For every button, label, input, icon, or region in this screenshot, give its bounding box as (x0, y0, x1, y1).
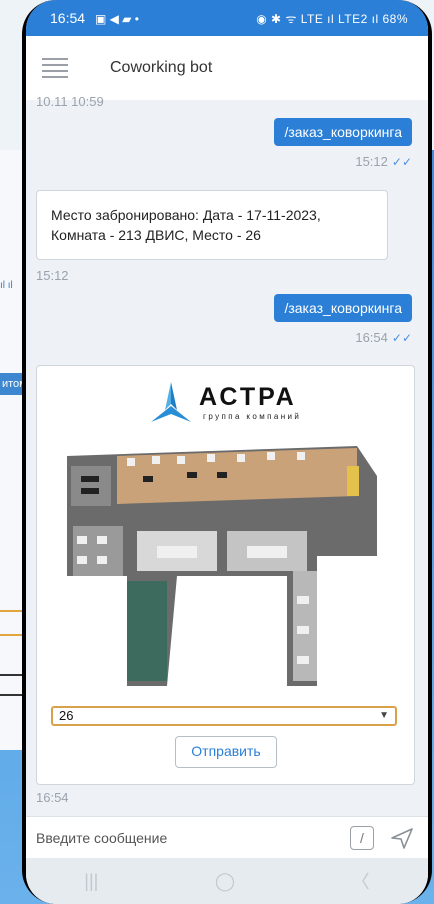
outgoing-message[interactable]: /заказ_коворкинга (274, 118, 412, 146)
message-time: 15:12 (355, 154, 388, 169)
astra-logo-icon (151, 382, 191, 422)
chat-title: Coworking bot (110, 59, 213, 76)
seat-select[interactable]: 26 ▼ (51, 706, 397, 726)
message-timestamp: 16:54 ✓✓ (355, 330, 412, 345)
chat-area[interactable]: 10.11 10:59 /заказ_коворкинга 15:12 ✓✓ Ме… (26, 94, 428, 816)
outgoing-message[interactable]: /заказ_коворкинга (274, 294, 412, 322)
background-signal: ıl ıl (0, 280, 13, 291)
menu-icon[interactable] (42, 58, 68, 78)
phone-screen: 16:54 ▣ ◀ ▰ • ◉ ✱ ᯤ LTE ıl LTE2 ıl 68% C… (26, 0, 428, 904)
double-check-icon: ✓✓ (391, 155, 412, 169)
status-time: 16:54 (50, 10, 86, 26)
recent-apps-button[interactable]: ||| (84, 871, 98, 892)
message-timestamp: 15:12 (36, 268, 69, 283)
message-input[interactable]: Введите сообщение (36, 830, 350, 846)
logo-tagline: группа компаний (203, 412, 302, 421)
message-timestamp: 10.11 10:59 (36, 94, 104, 109)
submit-button[interactable]: Отправить (175, 736, 277, 768)
system-nav-bar: ||| ◯ 〈 (26, 858, 428, 904)
message-time: 16:54 (355, 330, 388, 345)
seat-select-value: 26 (59, 708, 74, 723)
status-left-icons: ▣ ◀ ▰ • (94, 12, 139, 26)
app-bar: Coworking bot (26, 36, 428, 100)
incoming-message: Место забронировано: Дата - 17-11-2023, … (36, 190, 388, 260)
home-button[interactable]: ◯ (215, 871, 235, 892)
logo-brand: АСТРА (199, 383, 297, 411)
status-bar: 16:54 ▣ ◀ ▰ • ◉ ✱ ᯤ LTE ıl LTE2 ıl 68% (26, 0, 428, 36)
chevron-down-icon: ▼ (379, 710, 389, 721)
status-right-icons: ◉ ✱ ᯤ LTE ıl LTE2 ıl 68% (256, 11, 408, 26)
message-timestamp: 15:12 ✓✓ (355, 154, 412, 169)
double-check-icon: ✓✓ (391, 331, 412, 345)
back-button[interactable]: 〈 (352, 868, 370, 894)
phone-frame: 16:54 ▣ ◀ ▰ • ◉ ✱ ᯤ LTE ıl LTE2 ıl 68% C… (22, 0, 432, 904)
message-input-bar: Введите сообщение / (26, 816, 428, 859)
send-icon[interactable] (390, 826, 414, 850)
astra-logo: АСТРА группа компаний (147, 380, 307, 426)
office-floor-plan (67, 446, 377, 686)
commands-button[interactable]: / (350, 826, 374, 850)
message-timestamp: 16:54 (36, 790, 69, 805)
seat-selection-card: АСТРА группа компаний 26 ▼ Отправить (36, 365, 415, 785)
